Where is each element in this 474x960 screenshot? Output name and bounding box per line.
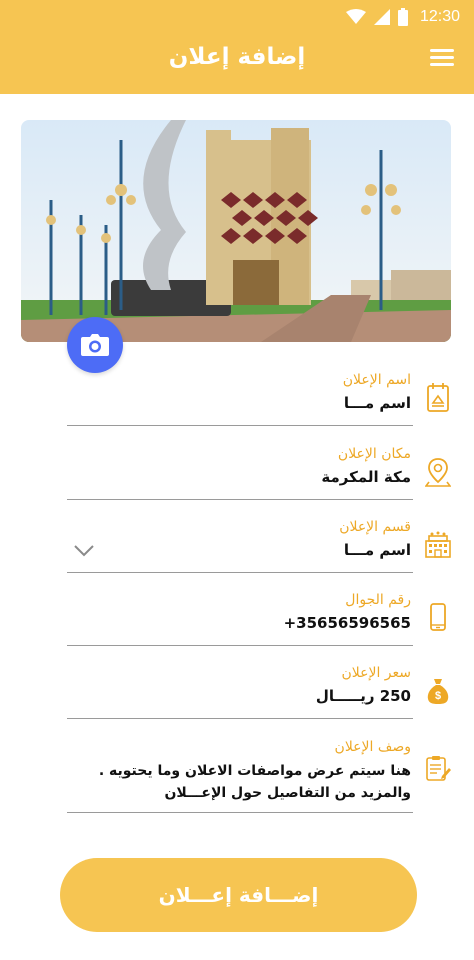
document-edit-icon xyxy=(422,752,454,784)
chevron-down-icon[interactable] xyxy=(73,544,95,558)
money-bag-icon: $ xyxy=(422,675,454,707)
ad-location-value[interactable]: مكة المكرمة xyxy=(321,468,411,486)
ad-image xyxy=(21,120,451,342)
price-field[interactable]: سعر الإعلان 250 ريـــــال xyxy=(67,659,413,719)
ad-category-value[interactable]: اسم مـــا xyxy=(344,541,411,559)
signal-icon xyxy=(373,9,390,25)
ad-location-label: مكان الإعلان xyxy=(337,446,411,462)
battery-icon xyxy=(397,8,408,26)
phone-field[interactable]: رقم الجوال +35656596565 xyxy=(67,586,413,646)
status-bar: 12:30 xyxy=(345,6,460,28)
description-label: وصف الإعلان xyxy=(334,739,411,755)
ad-location-field[interactable]: مكان الإعلان مكة المكرمة xyxy=(67,440,413,500)
camera-icon xyxy=(81,334,109,356)
page-title: إضافة إعلان xyxy=(168,44,306,70)
wifi-icon xyxy=(345,9,366,24)
ad-name-field[interactable]: اسم الإعلان اسم مـــا xyxy=(67,366,413,426)
building-icon xyxy=(422,529,454,561)
phone-icon xyxy=(422,601,454,633)
phone-label: رقم الجوال xyxy=(345,592,411,608)
status-time: 12:30 xyxy=(419,8,460,25)
add-ad-button-label: إضـــافة إعـــلان xyxy=(158,883,319,907)
ad-name-value[interactable]: اسم مـــا xyxy=(344,394,411,412)
menu-icon[interactable] xyxy=(430,49,454,69)
add-ad-button[interactable]: إضـــافة إعـــلان xyxy=(60,858,417,932)
svg-text:$: $ xyxy=(435,690,441,702)
camera-button[interactable] xyxy=(67,317,123,373)
phone-value[interactable]: +35656596565 xyxy=(284,614,411,632)
ad-category-field[interactable]: قسم الإعلان اسم مـــا xyxy=(67,513,413,573)
description-field[interactable]: وصف الإعلان هنا سيتم عرض مواصفات الاعلان… xyxy=(67,733,413,813)
ad-name-label: اسم الإعلان xyxy=(342,372,411,388)
app-header: 12:30 إضافة إعلان xyxy=(0,0,474,94)
price-label: سعر الإعلان xyxy=(341,665,411,681)
price-value[interactable]: 250 ريـــــال xyxy=(316,687,411,705)
calendar-icon xyxy=(422,381,454,413)
location-pin-icon xyxy=(422,456,454,488)
ad-category-label: قسم الإعلان xyxy=(339,519,411,535)
description-value[interactable]: هنا سيتم عرض مواصفات الاعلان وما يحتويه … xyxy=(65,760,411,804)
